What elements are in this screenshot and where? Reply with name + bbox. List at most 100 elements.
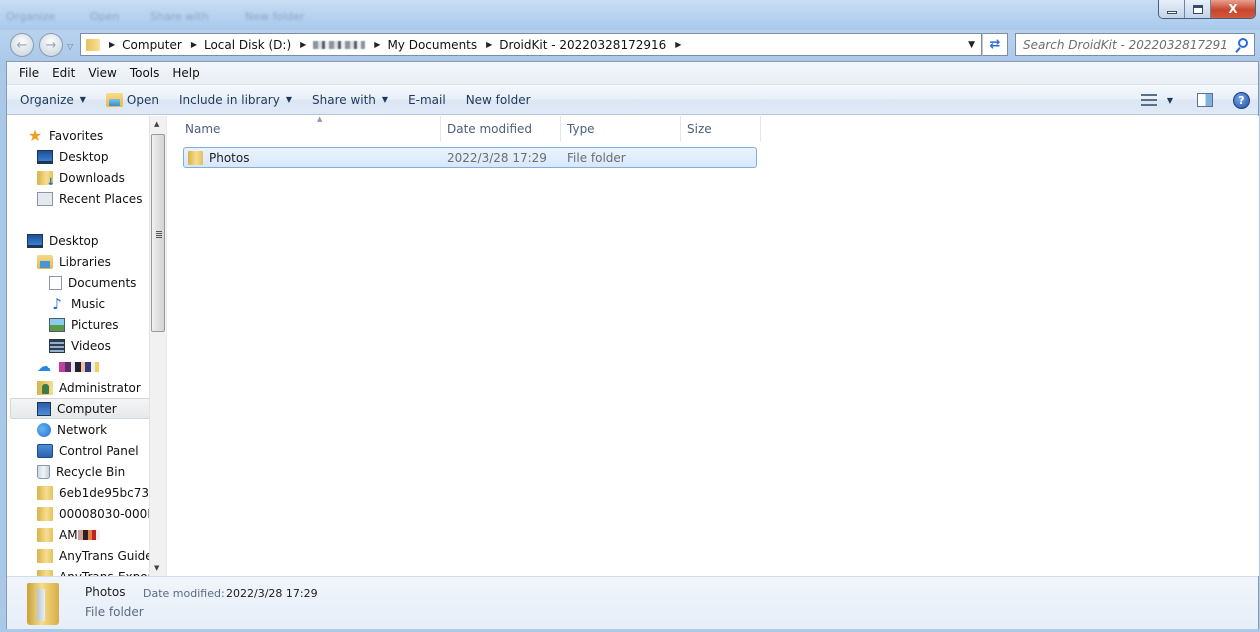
- address-history-dropdown[interactable]: ▼: [968, 40, 975, 50]
- nav-folder-anytrans-export[interactable]: AnyTrans-Export: [37, 566, 157, 576]
- details-pane: Photos Date modified: 2022/3/28 17:29 Fi…: [7, 576, 1258, 629]
- nav-computer[interactable]: Computer: [10, 398, 150, 419]
- nav-favorites-desktop[interactable]: Desktop: [37, 146, 109, 167]
- menu-view[interactable]: View: [88, 66, 116, 80]
- documents-icon: [49, 275, 62, 290]
- chevron-right-icon[interactable]: ▶: [486, 40, 492, 49]
- menu-edit[interactable]: Edit: [52, 66, 75, 80]
- column-header-name[interactable]: Name ▲: [179, 115, 441, 142]
- change-view-icon[interactable]: [1140, 94, 1157, 106]
- column-header-type[interactable]: Type: [561, 116, 681, 142]
- blurred-share-with: Share with: [150, 10, 209, 23]
- window-controls: X: [1158, 0, 1256, 19]
- menu-help[interactable]: Help: [172, 66, 199, 80]
- search-box[interactable]: [1015, 33, 1255, 56]
- minimize-button[interactable]: [1159, 0, 1185, 18]
- include-in-library-button[interactable]: Include in library ▼: [172, 88, 299, 112]
- nav-favorites[interactable]: ★ Favorites: [27, 125, 103, 146]
- forward-button[interactable]: →: [39, 33, 63, 57]
- nav-folder-anytrans-guide[interactable]: AnyTrans Guide |: [37, 545, 161, 566]
- scroll-down-arrow-icon[interactable]: ▼: [154, 564, 159, 572]
- blurred-organize: Organize: [6, 10, 56, 23]
- chevron-right-icon[interactable]: ▶: [300, 40, 306, 49]
- refresh-icon: ⇄: [989, 37, 1001, 52]
- star-icon: ★: [27, 125, 43, 145]
- nav-network[interactable]: Network: [37, 419, 107, 440]
- details-date-value: 2022/3/28 17:29: [226, 587, 318, 600]
- menu-file[interactable]: File: [19, 66, 39, 80]
- chevron-right-icon[interactable]: ▶: [109, 40, 115, 49]
- refresh-button[interactable]: ⇄: [982, 33, 1008, 56]
- nav-desktop[interactable]: Desktop: [27, 230, 99, 251]
- nav-folder-00008030[interactable]: 00008030-000D04: [37, 503, 166, 524]
- breadcrumb-my-documents[interactable]: ▶ My Documents: [365, 34, 477, 55]
- search-input[interactable]: [1023, 37, 1228, 52]
- open-folder-icon: [105, 92, 123, 107]
- folder-icon: [37, 527, 53, 542]
- downloads-folder-icon: [37, 170, 55, 188]
- videos-icon: [49, 338, 65, 353]
- title-bar[interactable]: Organize Open Share with New folder X: [0, 0, 1260, 30]
- chevron-down-icon: ▼: [285, 95, 292, 104]
- nav-recent-places[interactable]: Recent Places: [37, 188, 142, 209]
- nav-downloads[interactable]: Downloads: [37, 167, 125, 188]
- navigation-scrollbar[interactable]: ▲ ▼: [149, 116, 166, 576]
- blurred-open: Open: [90, 10, 120, 23]
- cell-name: Photos: [184, 148, 249, 167]
- scroll-up-arrow-icon[interactable]: ▲: [154, 120, 159, 128]
- nav-documents[interactable]: Documents: [49, 272, 136, 293]
- folder-icon: [86, 38, 100, 51]
- back-arrow-icon: ←: [16, 37, 28, 53]
- file-row-photos[interactable]: Photos 2022/3/28 17:29 File folder: [183, 147, 757, 168]
- address-bar[interactable]: ▶ Computer ▶ Local Disk (D:) ▶ ▶ My Docu…: [80, 33, 982, 56]
- email-button[interactable]: E-mail: [401, 88, 453, 112]
- nav-onedrive[interactable]: ☁: [37, 356, 107, 377]
- toolbar-right: ▼ ?: [1140, 85, 1258, 115]
- nav-control-panel[interactable]: Control Panel: [37, 440, 139, 461]
- nav-recycle-bin[interactable]: Recycle Bin: [37, 461, 125, 482]
- redacted-label: [59, 361, 107, 372]
- details-date-label: Date modified:: [143, 587, 225, 600]
- open-button[interactable]: Open: [99, 88, 166, 112]
- nav-folder-am[interactable]: AM: [37, 524, 100, 545]
- close-button[interactable]: X: [1211, 0, 1255, 18]
- breadcrumb-droidkit[interactable]: ▶ DroidKit - 20220328172916 ▶: [477, 34, 688, 55]
- onedrive-cloud-icon: ☁: [37, 358, 51, 375]
- explorer-window: File Edit View Tools Help Organize ▼ Open…: [6, 61, 1259, 629]
- chevron-right-icon[interactable]: ▶: [675, 40, 681, 49]
- view-options-dropdown[interactable]: ▼: [1167, 96, 1173, 105]
- menu-tools[interactable]: Tools: [130, 66, 160, 80]
- share-with-button[interactable]: Share with ▼: [305, 88, 395, 112]
- details-name: Photos: [85, 585, 126, 599]
- nav-pictures[interactable]: Pictures: [49, 314, 119, 335]
- desktop-icon: [27, 233, 43, 248]
- sort-ascending-icon: ▲: [317, 115, 323, 123]
- nav-libraries[interactable]: Libraries: [37, 251, 111, 272]
- nav-music[interactable]: ♪ Music: [49, 293, 105, 314]
- maximize-button[interactable]: [1185, 0, 1211, 18]
- recycle-bin-icon: [37, 464, 50, 479]
- maximize-icon: [1192, 4, 1203, 14]
- nav-administrator[interactable]: Administrator: [37, 377, 141, 398]
- help-icon[interactable]: ?: [1233, 91, 1250, 109]
- grip-icon: [156, 231, 162, 238]
- nav-videos[interactable]: Videos: [49, 335, 111, 356]
- breadcrumb-local-disk[interactable]: ▶ Local Disk (D:): [182, 34, 291, 55]
- column-header-date-modified[interactable]: Date modified: [441, 116, 561, 142]
- new-folder-button[interactable]: New folder: [459, 88, 538, 112]
- chevron-right-icon[interactable]: ▶: [191, 40, 197, 49]
- recent-places-icon: [37, 191, 53, 206]
- breadcrumb-computer[interactable]: ▶ Computer: [100, 34, 182, 55]
- redacted-folder-name[interactable]: [313, 40, 366, 49]
- search-icon[interactable]: [1238, 38, 1248, 48]
- preview-pane-icon[interactable]: [1197, 93, 1213, 107]
- chevron-right-icon[interactable]: ▶: [374, 40, 380, 49]
- scroll-thumb[interactable]: [151, 134, 165, 332]
- column-header-size[interactable]: Size: [681, 116, 761, 142]
- organize-button[interactable]: Organize ▼: [13, 88, 93, 112]
- back-button[interactable]: ←: [10, 33, 34, 57]
- breadcrumb-redacted[interactable]: ▶: [291, 34, 366, 55]
- nav-folder-6eb1[interactable]: 6eb1de95bc73a82: [37, 482, 166, 503]
- pictures-icon: [49, 317, 65, 332]
- recent-pages-dropdown[interactable]: ▽: [67, 42, 73, 51]
